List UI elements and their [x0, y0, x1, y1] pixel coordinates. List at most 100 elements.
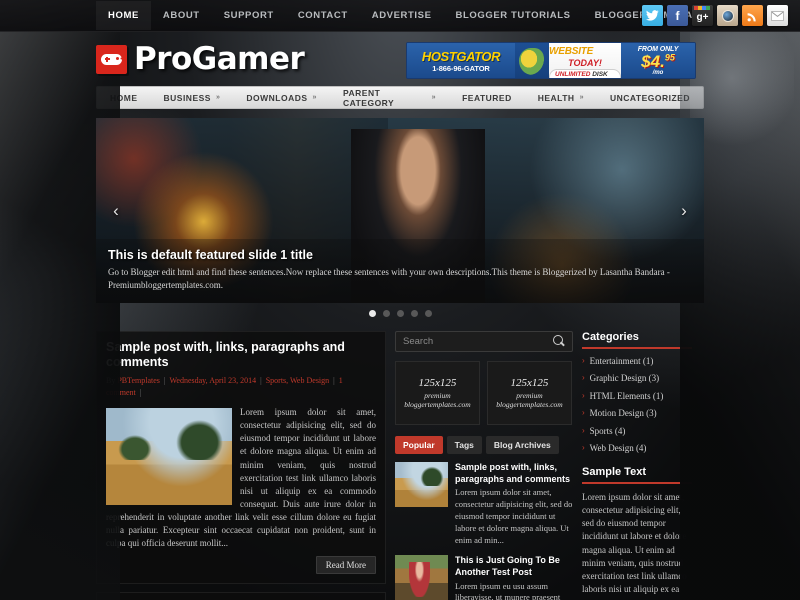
post-item: Sample post with, links, paragraphs and …: [96, 331, 386, 585]
posts-column: Sample post with, links, paragraphs and …: [96, 331, 386, 600]
sample-text-widget-title: Sample Text: [582, 466, 692, 485]
tab-popular[interactable]: Popular: [395, 436, 443, 454]
chevron-right-icon: ›: [582, 425, 585, 435]
top-bar: HOME ABOUT SUPPORT CONTACT ADVERTISE BLO…: [0, 0, 800, 32]
post-meta: By PBTemplates | Wednesday, April 23, 2014…: [106, 375, 376, 399]
ad-price: $4.95: [641, 51, 675, 71]
topnav-item-support[interactable]: SUPPORT: [212, 1, 286, 30]
slider-title: This is default featured slide 1 title: [108, 247, 313, 262]
slider-dot-4[interactable]: [410, 310, 418, 317]
ad-subline: UNLIMITED DISK SPACE: [549, 69, 621, 78]
chevron-right-icon: ›: [582, 390, 585, 400]
category-label: Motion Design (3): [589, 408, 657, 419]
rss-icon[interactable]: [742, 5, 763, 26]
post-author-link[interactable]: PBTemplates: [117, 376, 160, 385]
popular-post-title[interactable]: This is Just Going To Be Another Test Po…: [455, 555, 573, 578]
sidebar-item-graphic-design[interactable]: › Graphic Design (3): [582, 373, 692, 383]
popular-post-thumbnail[interactable]: [395, 462, 448, 507]
search-input[interactable]: [396, 336, 572, 347]
category-label: Web Design (4): [589, 442, 647, 453]
mainnav-label: PARENT CATEGORY: [342, 87, 395, 108]
site-logo[interactable]: ProGamer: [96, 41, 305, 77]
ad-headline-2: TODAY!: [568, 58, 602, 68]
slider-dot-3[interactable]: [396, 310, 404, 317]
mainnav-item-health[interactable]: HEALTH »: [525, 87, 597, 108]
google-plus-icon[interactable]: g+: [692, 5, 713, 26]
slider-dot-2[interactable]: [382, 310, 390, 317]
ad-message-block: START A WEBSITE TODAY! UNLIMITED DISK SP…: [549, 43, 621, 78]
post-date-link[interactable]: Wednesday, April 23, 2014: [170, 376, 257, 385]
sidebar-item-web-design[interactable]: › Web Design (4): [582, 443, 692, 453]
tab-tags[interactable]: Tags: [446, 436, 482, 454]
search-box[interactable]: [395, 331, 573, 352]
email-icon[interactable]: [767, 5, 788, 26]
chevron-right-icon: »: [312, 94, 317, 101]
mainnav-item-featured[interactable]: FEATURED: [449, 87, 525, 108]
post-title[interactable]: Sample post with, links, paragraphs and …: [106, 340, 376, 370]
mainnav-item-home[interactable]: HOME: [97, 87, 151, 108]
slider-next-arrow-icon[interactable]: ›: [674, 197, 694, 225]
sidebar-item-entertainment[interactable]: › Entertainment (1): [582, 356, 692, 366]
sidebar-item-motion-design[interactable]: › Motion Design (3): [582, 408, 692, 418]
list-item[interactable]: Sample post with, links, paragraphs and …: [395, 462, 573, 546]
mainnav-label: UNCATEGORIZED: [609, 92, 690, 103]
hostgator-ad-banner[interactable]: HOSTGATOR 1-866-96-GATOR START A WEBSITE…: [406, 42, 696, 79]
popular-post-title[interactable]: Sample post with, links, paragraphs and …: [455, 462, 573, 485]
right-sidebar: Categories › Entertainment (1) › Graphic…: [582, 331, 692, 600]
ad-125-size: 125x125: [418, 377, 457, 389]
ad-125-line3: bloggertemplates.com: [496, 400, 563, 409]
post-categories-link[interactable]: Sports, Web Design: [266, 376, 329, 385]
middle-column: 125x125 premium bloggertemplates.com 125…: [395, 331, 573, 600]
mainnav-item-downloads[interactable]: DOWNLOADS »: [233, 87, 330, 108]
post-actions: Read More: [106, 556, 376, 575]
popular-post-body: This is Just Going To Be Another Test Po…: [455, 555, 573, 600]
chevron-right-icon: »: [431, 94, 437, 101]
slider-prev-arrow-icon[interactable]: ‹: [106, 197, 126, 225]
instagram-icon[interactable]: [717, 5, 738, 26]
ad-price-period: /mo: [652, 69, 664, 76]
ad-125-box[interactable]: 125x125 premium bloggertemplates.com: [487, 361, 572, 425]
facebook-icon[interactable]: f: [667, 5, 688, 26]
sample-text-widget: Sample Text Lorem ipsum dolor sit amet, …: [582, 466, 692, 595]
meta-separator: |: [333, 376, 335, 385]
ad-headline-highlight: WEBSITE: [549, 46, 594, 57]
meta-separator: |: [260, 376, 262, 385]
ad-price-main: $4.: [641, 51, 665, 71]
topnav-item-blogger-tutorials[interactable]: BLOGGER TUTORIALS: [444, 1, 583, 30]
category-label: Sports (4): [589, 425, 626, 436]
popular-post-body: Sample post with, links, paragraphs and …: [455, 462, 573, 546]
list-item[interactable]: This is Just Going To Be Another Test Po…: [395, 555, 573, 600]
mainnav-item-parent-category[interactable]: PARENT CATEGORY »: [330, 87, 449, 108]
categories-widget: Categories › Entertainment (1) › Graphic…: [582, 331, 692, 453]
meta-separator: |: [139, 388, 142, 397]
ad-headline-1: START A WEBSITE: [549, 43, 621, 57]
popular-post-thumbnail[interactable]: [395, 555, 448, 600]
mainnav-label: BUSINESS: [163, 92, 211, 103]
topnav-item-about[interactable]: ABOUT: [151, 1, 212, 30]
read-more-button[interactable]: Read More: [315, 556, 376, 575]
topnav-item-contact[interactable]: CONTACT: [286, 1, 360, 30]
sidebar-item-sports[interactable]: › Sports (4): [582, 426, 692, 436]
ad-125-box[interactable]: 125x125 premium bloggertemplates.com: [395, 361, 480, 425]
ad-subline-em: UNLIMITED: [555, 70, 591, 78]
topnav-item-home[interactable]: HOME: [96, 1, 151, 30]
slider-dot-1[interactable]: [368, 310, 376, 317]
chevron-right-icon: »: [579, 94, 584, 101]
meta-separator: |: [163, 376, 166, 385]
sample-text-body: Lorem ipsum dolor sit amet, consectetur …: [582, 492, 687, 594]
mainnav-item-business[interactable]: BUSINESS »: [151, 87, 234, 108]
ad-125-line2: premium: [516, 391, 543, 400]
mainnav-item-uncategorized[interactable]: UNCATEGORIZED: [597, 87, 703, 108]
post-by-label: By: [106, 376, 116, 385]
popular-post-excerpt: Lorem ipsum eu usu assum liberavisse, ut…: [455, 580, 561, 600]
ad-125-line3: bloggertemplates.com: [404, 400, 471, 409]
post-thumbnail[interactable]: [106, 408, 232, 505]
sidebar-item-html-elements[interactable]: › HTML Elements (1): [582, 391, 692, 401]
category-label: Entertainment (1): [589, 356, 654, 366]
topnav-item-advertise[interactable]: ADVERTISE: [360, 1, 444, 30]
search-icon[interactable]: [553, 335, 566, 348]
tab-blog-archives[interactable]: Blog Archives: [485, 436, 559, 454]
twitter-icon[interactable]: [642, 5, 663, 26]
slider-dot-5[interactable]: [424, 310, 432, 317]
chevron-right-icon: ›: [582, 373, 585, 383]
